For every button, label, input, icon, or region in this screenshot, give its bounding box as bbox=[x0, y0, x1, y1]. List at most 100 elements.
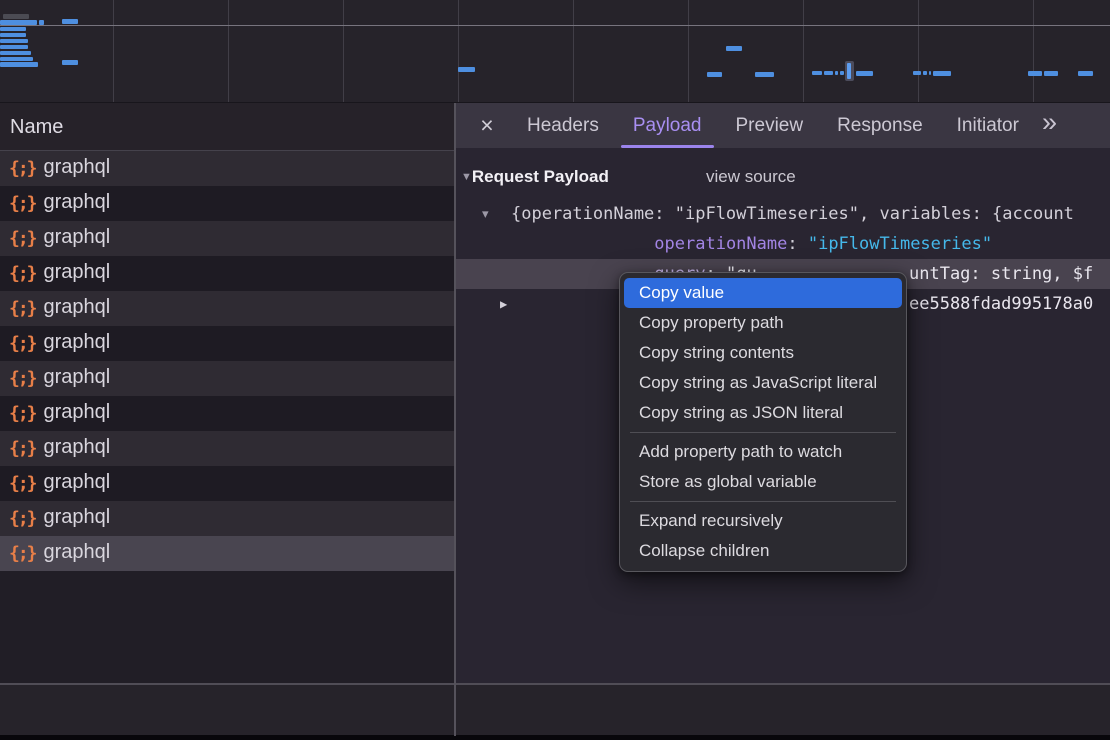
view-source-link[interactable]: view source bbox=[706, 167, 796, 187]
json-string-value: "ipFlowTimeseries" bbox=[808, 234, 992, 254]
context-menu: Copy valueCopy property pathCopy string … bbox=[619, 272, 907, 572]
waterfall-bar bbox=[856, 71, 873, 76]
waterfall-bar bbox=[933, 71, 951, 76]
json-braces-icon: {;} bbox=[9, 543, 36, 564]
menu-separator bbox=[630, 432, 896, 433]
overview-gridline bbox=[228, 0, 229, 102]
overview-gridline bbox=[113, 0, 114, 102]
json-braces-icon: {;} bbox=[9, 438, 36, 459]
waterfall-bar bbox=[0, 51, 31, 55]
details-tabbar: × HeadersPayloadPreviewResponseInitiator… bbox=[455, 103, 1110, 148]
json-braces-icon: {;} bbox=[9, 403, 36, 424]
waterfall-bar bbox=[0, 39, 28, 43]
menu-item-copy-string-as-json-literal[interactable]: Copy string as JSON literal bbox=[624, 398, 902, 428]
overview-gridline bbox=[1033, 0, 1034, 102]
request-row[interactable]: {;} graphql bbox=[0, 501, 455, 536]
request-name: graphql bbox=[44, 471, 111, 496]
request-name: graphql bbox=[44, 506, 111, 531]
request-row[interactable]: {;} graphql bbox=[0, 326, 455, 361]
json-braces-icon: {;} bbox=[9, 263, 36, 284]
overview-gridline bbox=[803, 0, 804, 102]
menu-separator bbox=[630, 501, 896, 502]
request-row[interactable]: {;} graphql bbox=[0, 221, 455, 256]
request-row[interactable]: {;} graphql bbox=[0, 186, 455, 221]
waterfall-bar bbox=[0, 33, 26, 37]
network-overview-timeline[interactable] bbox=[0, 0, 1110, 103]
overview-gridline bbox=[918, 0, 919, 102]
overview-gridline bbox=[573, 0, 574, 102]
waterfall-bar bbox=[726, 46, 742, 51]
waterfall-bar bbox=[1078, 71, 1093, 76]
menu-item-store-as-global-variable[interactable]: Store as global variable bbox=[624, 467, 902, 497]
waterfall-bar bbox=[913, 71, 921, 75]
menu-item-copy-string-as-javascript-literal[interactable]: Copy string as JavaScript literal bbox=[624, 368, 902, 398]
request-row[interactable]: {;} graphql bbox=[0, 431, 455, 466]
key-separator: : bbox=[787, 234, 807, 254]
request-name: graphql bbox=[44, 541, 111, 566]
tab-payload[interactable]: Payload bbox=[619, 103, 716, 148]
json-braces-icon: {;} bbox=[9, 228, 36, 249]
request-name: graphql bbox=[44, 401, 111, 426]
expand-triangle-icon[interactable]: ▶ bbox=[500, 297, 507, 311]
waterfall-bar bbox=[1044, 71, 1058, 76]
request-name: graphql bbox=[44, 331, 111, 356]
close-icon[interactable]: × bbox=[476, 112, 498, 139]
request-row[interactable]: {;} graphql bbox=[0, 361, 455, 396]
json-braces-icon: {;} bbox=[9, 193, 36, 214]
json-braces-icon: {;} bbox=[9, 333, 36, 354]
request-name: graphql bbox=[44, 436, 111, 461]
request-name: graphql bbox=[44, 226, 111, 251]
request-row[interactable]: {;}graphql bbox=[0, 151, 455, 186]
tab-response[interactable]: Response bbox=[823, 103, 937, 148]
json-value-right-fragment: ee5588fdad995178a0 bbox=[909, 294, 1093, 314]
overview-gridline bbox=[458, 0, 459, 102]
waterfall-bar bbox=[840, 71, 844, 75]
request-row[interactable]: {;} graphql bbox=[0, 396, 455, 431]
request-row[interactable]: {;} graphql bbox=[0, 466, 455, 501]
chevron-double-right-icon[interactable]: » bbox=[1042, 109, 1057, 142]
name-column-header[interactable]: Name bbox=[0, 103, 455, 151]
waterfall-bar bbox=[835, 71, 838, 75]
waterfall-bar bbox=[458, 67, 475, 72]
request-row[interactable]: {;} graphql bbox=[0, 256, 455, 291]
request-list-pane: Name {;} graphql {;} graphql {;} graphql {;} gr… bbox=[0, 103, 455, 683]
request-name: graphql bbox=[44, 191, 111, 216]
waterfall-bar bbox=[0, 62, 38, 67]
waterfall-bar bbox=[62, 19, 78, 24]
waterfall-bar bbox=[929, 71, 931, 75]
waterfall-bar bbox=[0, 45, 28, 49]
overview-selected-marker bbox=[845, 61, 854, 81]
collapse-triangle-icon[interactable]: ▼ bbox=[461, 171, 472, 183]
menu-item-add-property-path-to-watch[interactable]: Add property path to watch bbox=[624, 437, 902, 467]
waterfall-bar bbox=[923, 71, 927, 75]
request-name: graphql bbox=[44, 296, 111, 321]
waterfall-bar bbox=[3, 14, 29, 19]
request-name: graphql bbox=[44, 366, 111, 391]
waterfall-bar bbox=[62, 60, 78, 65]
menu-item-copy-string-contents[interactable]: Copy string contents bbox=[624, 338, 902, 368]
request-row[interactable]: {;}graphql bbox=[0, 291, 455, 326]
json-braces-icon: {;} bbox=[9, 368, 36, 389]
request-name: graphql bbox=[44, 261, 111, 286]
tab-preview[interactable]: Preview bbox=[722, 103, 818, 148]
devtools-network-panel: Name {;} graphql {;} graphql {;} graphql {;} gr… bbox=[0, 0, 1110, 740]
waterfall-bar bbox=[755, 72, 774, 77]
tab-headers[interactable]: Headers bbox=[513, 103, 613, 148]
menu-item-copy-value[interactable]: Copy value bbox=[624, 278, 902, 308]
json-braces-icon: {;} bbox=[9, 158, 36, 179]
json-braces-icon: {;} bbox=[9, 473, 36, 494]
pane-divider[interactable] bbox=[454, 103, 456, 736]
json-braces-icon: {;} bbox=[9, 508, 36, 529]
overview-gridline bbox=[343, 0, 344, 102]
overview-ruler-line bbox=[0, 25, 1110, 26]
request-payload-section-header[interactable]: ▼ Request Payload view source bbox=[455, 162, 1110, 192]
menu-item-collapse-children[interactable]: Collapse children bbox=[624, 536, 902, 566]
waterfall-bar bbox=[0, 27, 26, 31]
status-footer bbox=[0, 683, 1110, 735]
overview-selected-marker-bar bbox=[847, 63, 851, 79]
request-row[interactable]: {;} graphql bbox=[0, 536, 455, 571]
waterfall-bar bbox=[707, 72, 722, 77]
menu-item-copy-property-path[interactable]: Copy property path bbox=[624, 308, 902, 338]
tab-initiator[interactable]: Initiator bbox=[943, 103, 1033, 148]
menu-item-expand-recursively[interactable]: Expand recursively bbox=[624, 506, 902, 536]
